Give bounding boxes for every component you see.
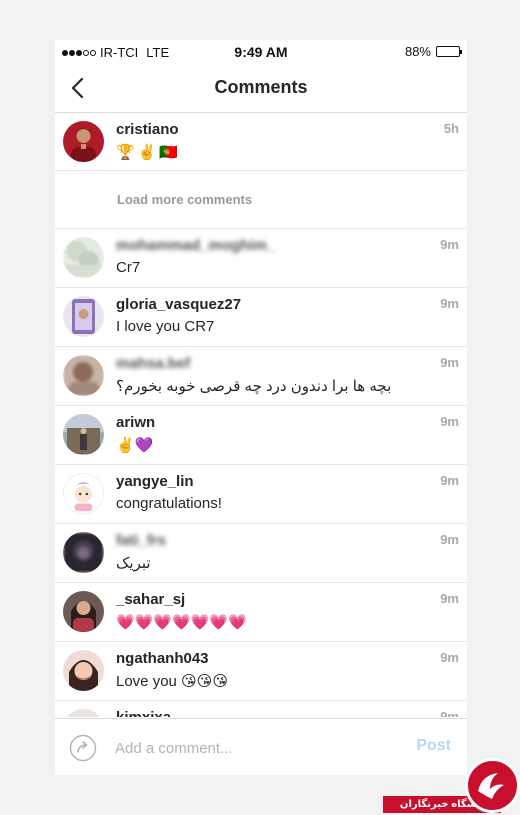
battery-percent: 88% bbox=[404, 44, 431, 59]
comment-time: 9m bbox=[440, 237, 459, 252]
comment-text: ✌️💜 bbox=[116, 437, 154, 454]
victory-emoji: ✌️ bbox=[137, 144, 157, 161]
load-more-row: Load more comments bbox=[55, 171, 467, 229]
comment-row: _sahar_sj 💗💗💗💗💗💗💗 9m bbox=[55, 583, 467, 642]
comment-row: mahsa.bef بچه ها برا دندون درد چه قرصی خ… bbox=[55, 347, 467, 406]
avatar[interactable] bbox=[63, 237, 104, 278]
avatar[interactable] bbox=[63, 709, 104, 717]
avatar[interactable] bbox=[63, 296, 104, 337]
comment-row: ariwn ✌️💜 9m bbox=[55, 406, 467, 465]
comment-username[interactable]: ngathanh043 bbox=[116, 650, 209, 667]
comment-text: 💗💗💗💗💗💗💗 bbox=[116, 614, 247, 631]
comment-username[interactable]: _sahar_sj bbox=[116, 591, 185, 608]
page-title: Comments bbox=[214, 77, 308, 97]
comment-row: gloria_vasquez27 I love you CR7 9m bbox=[55, 288, 467, 347]
portugal-flag-emoji: 🇵🇹 bbox=[159, 144, 179, 161]
watermark-circle bbox=[465, 758, 520, 813]
comment-time: 9m bbox=[440, 532, 459, 547]
comment-time: 9m bbox=[440, 709, 459, 717]
phone-screen: IR-TCI LTE 9:49 AM 88% Comments cristian… bbox=[55, 40, 467, 775]
comment-time: 9m bbox=[440, 591, 459, 606]
comment-text: congratulations! bbox=[116, 495, 222, 512]
comment-row: fati_frs تبریک 9m bbox=[55, 524, 467, 583]
comment-time: 9m bbox=[440, 355, 459, 370]
avatar[interactable] bbox=[63, 532, 104, 573]
comment-username[interactable]: gloria_vasquez27 bbox=[116, 296, 241, 313]
caption-username[interactable]: cristiano bbox=[116, 121, 179, 138]
comment-input[interactable] bbox=[113, 731, 387, 765]
status-right: 88% bbox=[404, 44, 462, 59]
comment-time: 9m bbox=[440, 414, 459, 429]
comment-time: 9m bbox=[440, 650, 459, 665]
comments-list[interactable]: cristiano 🏆 ✌️ 🇵🇹 5h Load more comments bbox=[55, 113, 467, 717]
comment-username[interactable]: mahsa.bef bbox=[116, 355, 190, 372]
comment-text: تبریک bbox=[116, 555, 151, 572]
caption-row: cristiano 🏆 ✌️ 🇵🇹 5h bbox=[55, 113, 467, 171]
avatar[interactable] bbox=[63, 355, 104, 396]
post-button[interactable]: Post bbox=[416, 737, 451, 755]
comment-text: بچه ها برا دندون درد چه قرصی خوبه بخورم؟ bbox=[116, 378, 392, 395]
comment-username[interactable]: mohammad_moghim_ bbox=[116, 237, 275, 254]
nav-bar: Comments bbox=[55, 64, 467, 113]
comment-username[interactable]: yangye_lin bbox=[116, 473, 194, 490]
comment-text: Cr7 bbox=[116, 259, 141, 276]
comment-row: kimxixa 9m bbox=[55, 701, 467, 717]
avatar[interactable] bbox=[63, 121, 104, 162]
comment-row: ngathanh043 Love you 😘😘😘 9m bbox=[55, 642, 467, 701]
avatar[interactable] bbox=[63, 650, 104, 691]
load-more-button[interactable]: Load more comments bbox=[117, 192, 252, 207]
comment-time: 9m bbox=[440, 296, 459, 311]
comment-row: yangye_lin congratulations! 9m bbox=[55, 465, 467, 524]
caption-text: 🏆 ✌️ 🇵🇹 bbox=[116, 143, 178, 161]
comment-text: Love you 😘😘😘 bbox=[116, 673, 228, 690]
comment-row: mohammad_moghim_ Cr7 9m bbox=[55, 229, 467, 288]
trophy-emoji: 🏆 bbox=[116, 144, 135, 161]
compose-icon-button[interactable] bbox=[69, 734, 97, 762]
comment-username[interactable]: kimxixa bbox=[116, 709, 171, 717]
avatar[interactable] bbox=[63, 473, 104, 514]
comment-username[interactable]: fati_frs bbox=[116, 532, 166, 549]
comment-time: 9m bbox=[440, 473, 459, 488]
avatar[interactable] bbox=[63, 591, 104, 632]
reply-icon bbox=[69, 734, 97, 762]
avatar[interactable] bbox=[63, 414, 104, 455]
battery-icon bbox=[436, 46, 462, 57]
status-bar: IR-TCI LTE 9:49 AM 88% bbox=[55, 40, 467, 64]
caption-time: 5h bbox=[443, 121, 459, 136]
comment-username[interactable]: ariwn bbox=[116, 414, 155, 431]
watermark-logo: باشگاه خبرنگاران bbox=[383, 758, 520, 815]
comment-text: I love you CR7 bbox=[116, 318, 215, 335]
